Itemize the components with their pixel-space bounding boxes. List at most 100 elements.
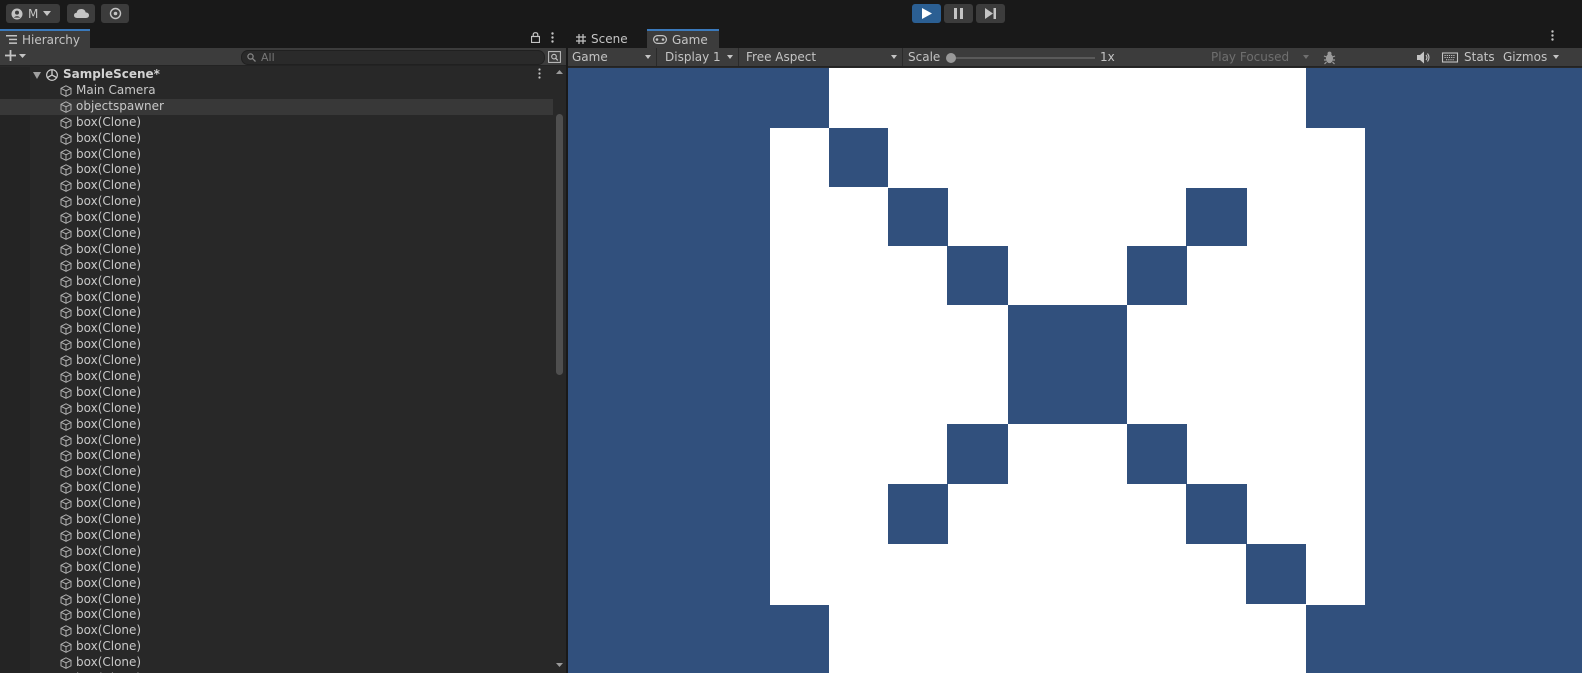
hierarchy-items: Main Camera objectspawner box(Clone) box(Cl…	[0, 83, 553, 673]
hierarchy-item-label: box(Clone)	[76, 162, 142, 177]
lock-icon[interactable]	[531, 32, 540, 43]
keyboard-icon[interactable]	[1440, 49, 1460, 66]
hierarchy-item[interactable]: box(Clone)	[0, 496, 553, 512]
hierarchy-item[interactable]: box(Clone)	[0, 592, 553, 608]
white-box	[948, 187, 1186, 246]
hierarchy-item-label: box(Clone)	[76, 527, 142, 542]
hierarchy-item[interactable]: box(Clone)	[0, 448, 553, 464]
play-mode-dropdown[interactable]: Play Focused	[1207, 48, 1314, 66]
scene-row[interactable]: SampleScene*	[0, 67, 553, 83]
hierarchy-item[interactable]: box(Clone)	[0, 401, 553, 417]
pause-button[interactable]	[944, 4, 973, 23]
hierarchy-item-label: box(Clone)	[76, 210, 142, 225]
gameobject-cube-icon	[60, 244, 72, 256]
gameobject-cube-icon	[60, 260, 72, 272]
account-button[interactable]: M	[6, 4, 60, 23]
hierarchy-item[interactable]: box(Clone)	[0, 226, 553, 242]
tab-scene[interactable]: Scene	[570, 29, 646, 48]
hierarchy-item[interactable]: box(Clone)	[0, 290, 553, 306]
hierarchy-item-label: box(Clone)	[76, 480, 142, 495]
hierarchy-item[interactable]: box(Clone)	[0, 576, 553, 592]
hierarchy-item[interactable]: box(Clone)	[0, 623, 553, 639]
tab-game[interactable]: Game	[647, 29, 719, 48]
services-button[interactable]	[101, 4, 129, 23]
gameobject-cube-icon	[60, 148, 72, 161]
gizmos-button[interactable]: Gizmos	[1503, 48, 1547, 66]
hierarchy-item[interactable]: box(Clone)	[0, 639, 553, 655]
hierarchy-item[interactable]: box(Clone)	[0, 655, 553, 671]
scrollbar-thumb[interactable]	[556, 114, 563, 375]
kebab-menu-icon[interactable]	[538, 68, 541, 79]
display-dropdown[interactable]: Display 1	[661, 48, 739, 66]
hierarchy-item[interactable]: box(Clone)	[0, 385, 553, 401]
speaker-icon[interactable]	[1413, 49, 1433, 66]
hierarchy-item[interactable]: box(Clone)	[0, 305, 553, 321]
kebab-menu-icon[interactable]	[551, 32, 554, 43]
search-input[interactable]: All	[241, 50, 545, 65]
gameobject-cube-icon	[60, 466, 72, 479]
main-toolbar: M	[0, 0, 1582, 28]
kebab-menu-icon[interactable]	[1551, 30, 1554, 41]
hierarchy-panel: Hierarchy All SampleScene* Main Camera ob…	[0, 28, 566, 673]
hierarchy-item[interactable]: box(Clone)	[0, 194, 553, 210]
hierarchy-item[interactable]: objectspawner	[0, 98, 553, 115]
gear-icon	[109, 7, 121, 20]
aspect-dropdown[interactable]: Free Aspect	[742, 48, 903, 66]
hierarchy-item[interactable]: box(Clone)	[0, 417, 553, 433]
gameobject-cube-icon	[60, 387, 72, 399]
game-panel: Scene Game Game Display 1 Free Aspect Sc…	[568, 28, 1582, 673]
hierarchy-item[interactable]: box(Clone)	[0, 369, 553, 385]
game-view-toolbar: Game Display 1 Free Aspect Scale 1x Play…	[568, 48, 1582, 67]
account-label: M	[28, 6, 39, 21]
scene-search-icon[interactable]	[548, 51, 561, 63]
unity-scene-icon	[46, 69, 58, 81]
hierarchy-item[interactable]: box(Clone)	[0, 242, 553, 258]
cloud-button[interactable]	[67, 4, 95, 23]
hierarchy-item[interactable]: box(Clone)	[0, 433, 553, 449]
hierarchy-item[interactable]: box(Clone)	[0, 258, 553, 274]
view-mode-dropdown[interactable]: Game	[568, 48, 657, 66]
gameobject-cube-icon	[60, 117, 72, 129]
hierarchy-item[interactable]: box(Clone)	[0, 337, 553, 353]
gameobject-cube-icon	[60, 450, 72, 463]
gameobject-cube-icon	[60, 323, 72, 336]
hierarchy-item[interactable]: Main Camera	[0, 83, 553, 99]
white-box	[1008, 424, 1127, 484]
hierarchy-item-label: box(Clone)	[76, 384, 142, 399]
hierarchy-item[interactable]: box(Clone)	[0, 544, 553, 560]
game-viewport[interactable]	[568, 68, 1582, 673]
stats-button[interactable]: Stats	[1464, 50, 1495, 64]
step-button[interactable]	[976, 4, 1005, 23]
hierarchy-item[interactable]: box(Clone)	[0, 131, 553, 147]
hierarchy-item[interactable]: box(Clone)	[0, 607, 553, 623]
hierarchy-item[interactable]: box(Clone)	[0, 274, 553, 290]
white-box	[1187, 246, 1306, 305]
create-button[interactable]	[5, 50, 26, 61]
bug-icon[interactable]	[1321, 49, 1338, 66]
scroll-up-icon[interactable]	[556, 70, 563, 74]
hierarchy-item-label: box(Clone)	[76, 114, 142, 129]
play-button[interactable]	[912, 4, 941, 23]
hierarchy-scrollbar[interactable]	[553, 67, 566, 673]
hierarchy-item-label: box(Clone)	[76, 257, 142, 272]
scroll-down-icon[interactable]	[556, 663, 563, 667]
hierarchy-item[interactable]: box(Clone)	[0, 353, 553, 369]
hierarchy-item[interactable]: box(Clone)	[0, 147, 553, 163]
hierarchy-item[interactable]: box(Clone)	[0, 528, 553, 544]
hierarchy-item[interactable]: box(Clone)	[0, 512, 553, 528]
hierarchy-item[interactable]: box(Clone)	[0, 480, 553, 496]
hierarchy-item[interactable]: box(Clone)	[0, 464, 553, 480]
scale-slider[interactable]	[950, 57, 1095, 59]
hierarchy-item[interactable]: box(Clone)	[0, 178, 553, 194]
gizmos-dropdown-arrow-icon[interactable]	[1553, 55, 1559, 59]
gameobject-cube-icon	[60, 609, 72, 622]
hierarchy-item[interactable]: box(Clone)	[0, 210, 553, 226]
hierarchy-item[interactable]: box(Clone)	[0, 560, 553, 576]
hierarchy-item[interactable]: box(Clone)	[0, 162, 553, 178]
expand-arrow-icon[interactable]	[33, 72, 41, 79]
scale-slider-handle[interactable]	[946, 53, 956, 63]
white-box	[829, 68, 1306, 128]
hierarchy-item[interactable]: box(Clone)	[0, 321, 553, 337]
tab-hierarchy[interactable]: Hierarchy	[0, 29, 90, 48]
hierarchy-item[interactable]: box(Clone)	[0, 115, 553, 131]
